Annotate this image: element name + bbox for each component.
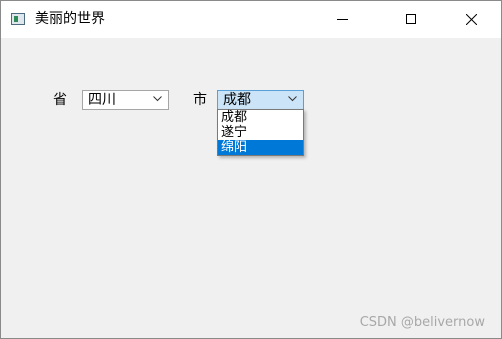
- close-button[interactable]: [447, 1, 493, 38]
- minimize-icon: [337, 19, 348, 20]
- city-combobox[interactable]: 成都: [217, 90, 304, 110]
- app-window-icon: [11, 13, 25, 25]
- app-window: 美丽的世界 省 四川 市 成都 成都 遂宁 绵阳 CSDN @beliverno…: [0, 0, 502, 339]
- city-combobox-value: 成都: [223, 92, 251, 108]
- province-combobox[interactable]: 四川: [82, 90, 169, 110]
- province-combobox-value: 四川: [88, 92, 116, 108]
- watermark-text: CSDN @belivernow: [359, 315, 485, 330]
- chevron-down-icon: [153, 96, 162, 102]
- maximize-button[interactable]: [388, 1, 434, 38]
- dropdown-option-highlighted[interactable]: 绵阳: [218, 140, 303, 155]
- chevron-down-icon: [288, 96, 297, 102]
- maximize-icon: [406, 14, 416, 24]
- minimize-button[interactable]: [319, 1, 365, 38]
- dropdown-option[interactable]: 成都: [218, 110, 303, 125]
- close-icon: [466, 14, 477, 25]
- window-title: 美丽的世界: [35, 11, 105, 27]
- title-bar[interactable]: 美丽的世界: [1, 1, 501, 38]
- province-label: 省: [53, 92, 67, 108]
- dropdown-option[interactable]: 遂宁: [218, 125, 303, 140]
- city-label: 市: [193, 92, 207, 108]
- city-dropdown-list: 成都 遂宁 绵阳: [217, 109, 304, 156]
